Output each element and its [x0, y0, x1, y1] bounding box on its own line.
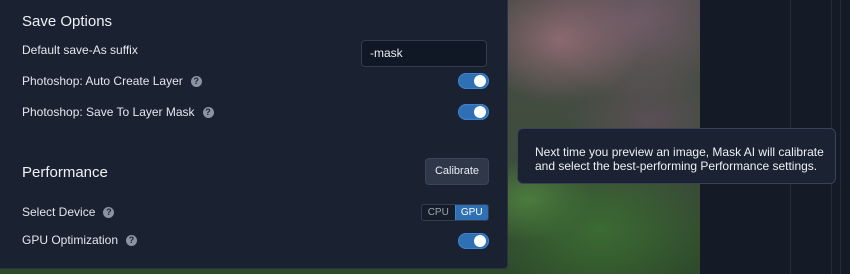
select-device-text: Select Device [22, 205, 96, 219]
performance-title: Performance [22, 164, 108, 181]
device-option-cpu[interactable]: CPU [422, 205, 455, 220]
device-selector[interactable]: CPU GPU [421, 204, 489, 221]
save-options-title: Save Options [22, 13, 113, 30]
toggle-knob [474, 75, 486, 87]
help-icon[interactable]: ? [126, 234, 138, 246]
save-layer-mask-label: Photoshop: Save To Layer Mask ? [22, 105, 214, 119]
help-icon[interactable]: ? [190, 75, 202, 87]
gpu-optimization-label: GPU Optimization ? [22, 233, 138, 247]
suffix-input[interactable]: -mask [361, 40, 487, 67]
suffix-label: Default save-As suffix [22, 43, 138, 57]
select-device-label: Select Device ? [22, 205, 115, 219]
help-icon[interactable]: ? [103, 206, 115, 218]
auto-create-layer-toggle[interactable] [458, 73, 489, 89]
divider [840, 0, 841, 274]
tooltip-line-1: Next time you preview an image, Mask AI … [535, 145, 824, 159]
preferences-panel: Save Options Default save-As suffix -mas… [0, 0, 508, 269]
device-option-gpu[interactable]: GPU [454, 205, 488, 220]
auto-create-layer-label: Photoshop: Auto Create Layer ? [22, 74, 202, 88]
suffix-label-text: Default save-As suffix [22, 43, 138, 57]
gpu-optimization-toggle[interactable] [458, 233, 489, 249]
calibrate-tooltip: Next time you preview an image, Mask AI … [517, 128, 836, 184]
help-icon[interactable]: ? [202, 106, 214, 118]
save-layer-mask-toggle[interactable] [458, 104, 489, 120]
tooltip-line-2: and select the best-performing Performan… [535, 159, 818, 173]
calibrate-button[interactable]: Calibrate [425, 158, 489, 185]
toggle-knob [474, 235, 486, 247]
auto-create-layer-text: Photoshop: Auto Create Layer [22, 74, 183, 88]
save-layer-mask-text: Photoshop: Save To Layer Mask [22, 105, 195, 119]
gpu-optimization-text: GPU Optimization [22, 233, 119, 247]
toggle-knob [474, 106, 486, 118]
